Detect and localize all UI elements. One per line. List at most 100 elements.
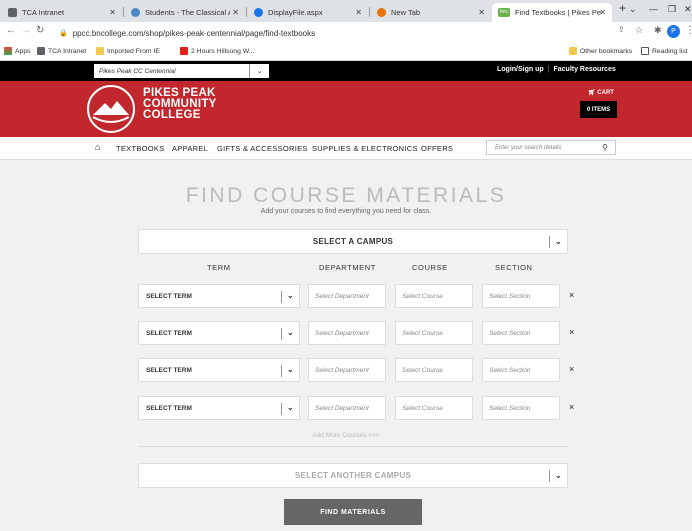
profile-avatar[interactable]: P xyxy=(667,25,680,38)
faculty-resources-link[interactable]: Faculty Resources xyxy=(553,66,615,73)
chevron-down-icon: ⌄ xyxy=(249,64,269,78)
new-tab-button[interactable]: + xyxy=(619,1,626,15)
browser-tab-strip: TCA Intranet ✕ Students - The Classical … xyxy=(0,0,692,22)
tab-tca-intranet[interactable]: TCA Intranet ✕ xyxy=(2,3,122,22)
column-header-course: COURSE xyxy=(412,263,448,272)
section-select[interactable]: Select Section xyxy=(482,358,560,382)
bookmark-tca-intranet[interactable]: TCA Intranet xyxy=(37,47,86,55)
nav-apparel[interactable]: APPAREL xyxy=(172,144,208,153)
extensions-icon[interactable]: ✱ xyxy=(654,25,662,36)
term-select[interactable]: SELECT TERM ⌄ xyxy=(138,321,300,345)
search-icon[interactable]: ⚲ xyxy=(602,143,608,152)
menu-dots-icon[interactable]: ⋮ xyxy=(685,25,692,36)
remove-row-icon[interactable]: × xyxy=(569,364,574,374)
lock-icon: 🔒 xyxy=(59,30,68,37)
course-select[interactable]: Select Course xyxy=(395,284,473,308)
share-icon[interactable]: ⇪ xyxy=(618,25,625,34)
close-tab-icon[interactable]: ✕ xyxy=(599,8,606,17)
chevron-down-icon: ⌄ xyxy=(287,403,294,412)
tab-new-tab[interactable]: New Tab ✕ xyxy=(371,3,491,22)
tab-search-chevron-icon[interactable]: ⌄ xyxy=(629,4,637,15)
youtube-icon xyxy=(180,47,188,55)
chevron-down-icon: ⌄ xyxy=(287,328,294,337)
bookmark-imported-ie[interactable]: Imported From IE xyxy=(96,47,160,55)
site-header: PIKES PEAK COMMUNITY COLLEGE 🛒︎ CART 0 I… xyxy=(0,81,692,137)
term-select[interactable]: SELECT TERM ⌄ xyxy=(138,358,300,382)
column-header-department: DEPARTMENT xyxy=(319,263,376,272)
close-tab-icon[interactable]: ✕ xyxy=(478,8,485,17)
nav-offers[interactable]: OFFERS xyxy=(421,144,453,153)
site-search-input[interactable]: Enter your search details ⚲ xyxy=(486,140,616,155)
divider xyxy=(138,446,568,447)
site-icon xyxy=(131,8,140,17)
cart-icon: 🛒︎ xyxy=(588,90,596,96)
tab-title: New Tab xyxy=(391,8,421,17)
department-select[interactable]: Select Department xyxy=(308,396,386,420)
url-field[interactable]: 🔒 ppcc.bncollege.com/shop/pikes-peak-cen… xyxy=(59,25,619,41)
campus-switcher-dropdown[interactable]: Pikes Peak CC Centennial ⌄ xyxy=(94,64,269,78)
restore-icon[interactable]: ❐ xyxy=(668,4,676,15)
close-tab-icon[interactable]: ✕ xyxy=(355,8,362,17)
close-tab-icon[interactable]: ✕ xyxy=(109,8,116,17)
minimize-icon[interactable]: — xyxy=(649,4,658,14)
nav-gifts[interactable]: GIFTS & ACCESSORIES xyxy=(217,144,308,153)
close-tab-icon[interactable]: ✕ xyxy=(232,8,239,17)
department-select[interactable]: Select Department xyxy=(308,358,386,382)
section-select[interactable]: Select Section xyxy=(482,321,560,345)
remove-row-icon[interactable]: × xyxy=(569,290,574,300)
section-select[interactable]: Select Section xyxy=(482,284,560,308)
section-select[interactable]: Select Section xyxy=(482,396,560,420)
chevron-down-icon: ⌄ xyxy=(287,291,294,300)
reading-list-icon xyxy=(641,47,649,55)
bookmark-star-icon[interactable]: ☆ xyxy=(635,25,643,36)
mountain-logo-icon[interactable] xyxy=(87,85,135,133)
site-top-bar: Pikes Peak CC Centennial ⌄ Login/Sign up… xyxy=(0,61,692,81)
remove-row-icon[interactable]: × xyxy=(569,327,574,337)
department-select[interactable]: Select Department xyxy=(308,321,386,345)
cart-items-badge[interactable]: 0 ITEMS xyxy=(580,101,617,118)
forward-arrow-icon[interactable]: → xyxy=(21,25,31,36)
main-nav: ⌂ TEXTBOOKS APPAREL GIFTS & ACCESSORIES … xyxy=(0,137,692,160)
tab-title: Find Textbooks | Pikes Pe xyxy=(515,8,602,17)
globe-icon xyxy=(254,8,263,17)
cart-link[interactable]: 🛒︎ CART xyxy=(588,89,614,96)
department-select[interactable]: Select Department xyxy=(308,284,386,308)
add-more-courses-link[interactable]: Add More Courses >>> xyxy=(0,432,692,439)
reload-icon[interactable]: ↻ xyxy=(36,25,44,36)
bookmark-apps[interactable]: Apps xyxy=(4,47,31,55)
tab-students[interactable]: Students - The Classical A ✕ xyxy=(125,3,245,22)
nav-textbooks[interactable]: TEXTBOOKS xyxy=(116,144,165,153)
remove-row-icon[interactable]: × xyxy=(569,402,574,412)
term-select[interactable]: SELECT TERM ⌄ xyxy=(138,396,300,420)
home-icon[interactable]: ⌂ xyxy=(95,142,101,152)
tab-displayfile[interactable]: DisplayFile.aspx ✕ xyxy=(248,3,368,22)
login-link[interactable]: Login/Sign up xyxy=(497,66,544,73)
course-select[interactable]: Select Course xyxy=(395,321,473,345)
folder-icon xyxy=(569,47,577,55)
url-text: ppcc.bncollege.com/shop/pikes-peak-cente… xyxy=(72,28,316,38)
folder-icon xyxy=(96,47,104,55)
bookmark-hillsong[interactable]: 2 Hours Hillsong W... xyxy=(180,47,254,55)
course-select[interactable]: Select Course xyxy=(395,396,473,420)
college-logo-text[interactable]: PIKES PEAK COMMUNITY COLLEGE xyxy=(143,87,217,121)
column-header-term: TERM xyxy=(207,263,231,272)
page-subtitle: Add your courses to find everything you … xyxy=(260,208,432,215)
new-tab-icon xyxy=(377,8,386,17)
chevron-down-icon: ⌄ xyxy=(555,471,562,480)
find-materials-button[interactable]: FIND MATERIALS xyxy=(284,499,422,525)
chevron-down-icon: ⌄ xyxy=(555,237,562,246)
select-campus-dropdown[interactable]: SELECT A CAMPUS ⌄ xyxy=(138,229,568,254)
reading-list[interactable]: Reading list xyxy=(641,47,688,55)
course-select[interactable]: Select Course xyxy=(395,358,473,382)
apps-grid-icon xyxy=(4,47,12,55)
tab-find-textbooks[interactable]: bnc Find Textbooks | Pikes Pe ✕ xyxy=(492,3,612,22)
bookmark-other[interactable]: Other bookmarks xyxy=(569,47,632,55)
select-another-campus-dropdown[interactable]: SELECT ANOTHER CAMPUS ⌄ xyxy=(138,463,568,488)
close-window-icon[interactable]: ✕ xyxy=(684,4,692,15)
term-select[interactable]: SELECT TERM ⌄ xyxy=(138,284,300,308)
bookmarks-bar: Apps TCA Intranet Imported From IE 2 Hou… xyxy=(0,44,692,61)
address-bar-row: ← → ↻ 🔒 ppcc.bncollege.com/shop/pikes-pe… xyxy=(0,22,692,44)
nav-supplies[interactable]: SUPPLIES & ELECTRONICS xyxy=(312,144,418,153)
back-arrow-icon[interactable]: ← xyxy=(6,25,16,36)
column-header-section: SECTION xyxy=(495,263,533,272)
